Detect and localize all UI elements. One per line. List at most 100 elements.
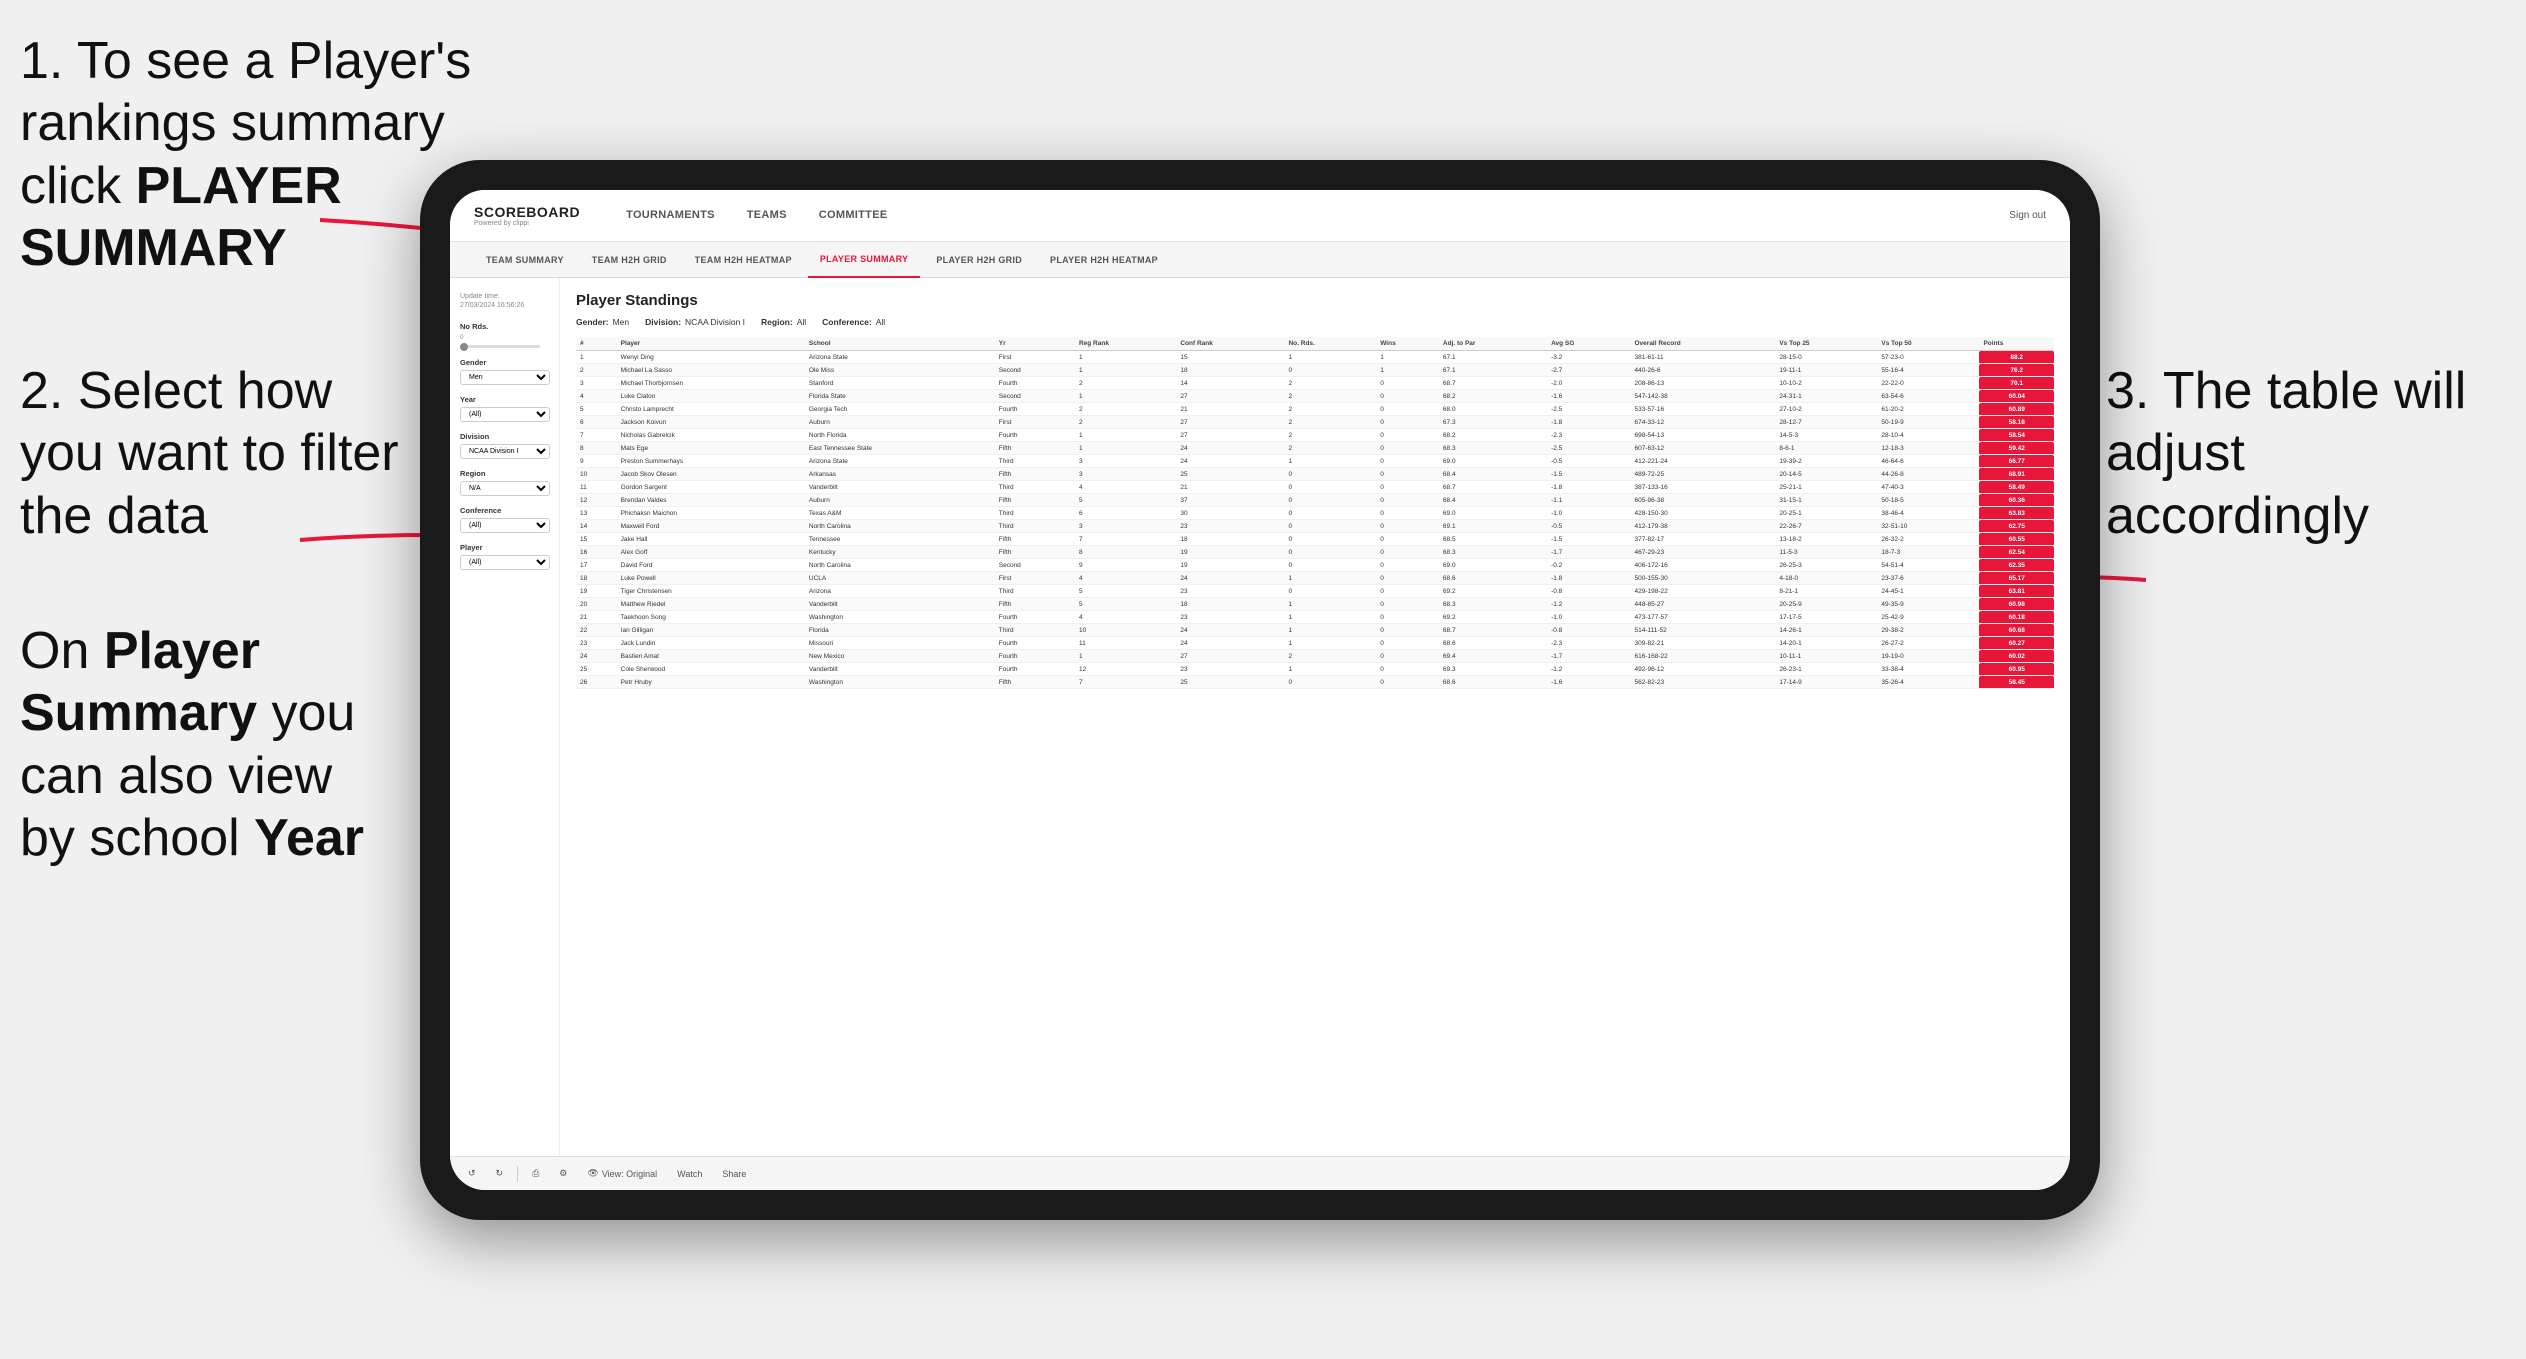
gender-label: Gender xyxy=(460,358,549,367)
table-row: 18Luke PowellUCLAFirst4241068.6-1.8500-1… xyxy=(576,572,2054,585)
table-row: 5Christo LamprechtGeorgia TechFourth2212… xyxy=(576,403,2054,416)
table-row: 6Jackson KoivunAuburnFirst2272067.3-1.86… xyxy=(576,416,2054,429)
instruction-step1: 1. To see a Player's rankings summary cl… xyxy=(20,30,480,280)
nav-tab-teams[interactable]: TEAMS xyxy=(731,190,803,242)
filter-division: Division: NCAA Division I xyxy=(645,317,745,327)
step2-number: 2. xyxy=(20,362,63,420)
table-row: 20Matthew RiedelVanderbiltFifth5181068.3… xyxy=(576,598,2054,611)
table-row: 25Cole SherwoodVanderbiltFourth12231069.… xyxy=(576,663,2054,676)
sub-tab-player-summary[interactable]: PLAYER SUMMARY xyxy=(808,242,921,278)
sub-tab-team-h2h-grid[interactable]: TEAM H2H GRID xyxy=(580,242,679,278)
nav-tab-tournaments[interactable]: TOURNAMENTS xyxy=(610,190,731,242)
sub-tab-team-h2h-heatmap[interactable]: TEAM H2H HEATMAP xyxy=(683,242,804,278)
region-filter: Region N/A xyxy=(460,469,549,496)
instruction-step3-left: On Player Summary you can also view by s… xyxy=(20,620,400,870)
table-row: 3Michael ThorbjornsenStanfordFourth21420… xyxy=(576,377,2054,390)
year-select[interactable]: (All) xyxy=(460,407,550,422)
conference-select[interactable]: (All) xyxy=(460,518,550,533)
gender-filter: Gender Men Women xyxy=(460,358,549,385)
step3-prefix: On xyxy=(20,622,104,680)
player-standings-table: # Player School Yr Reg Rank Conf Rank No… xyxy=(576,337,2054,689)
table-row: 26Petr HrubyWashingtonFifth7250068.6-1.6… xyxy=(576,676,2054,689)
table-title: Player Standings xyxy=(576,292,2054,309)
division-select[interactable]: NCAA Division I xyxy=(460,444,550,459)
step3-right-text1: 3. The table will xyxy=(2106,362,2466,420)
table-row: 8Mats EgeEast Tennessee StateFifth124206… xyxy=(576,442,2054,455)
col-points: Points xyxy=(1979,337,2054,351)
conference-label: Conference xyxy=(460,506,549,515)
col-record: Overall Record xyxy=(1631,337,1776,351)
step3-right-text2: adjust accordingly xyxy=(2106,424,2369,544)
col-t25: Vs Top 25 xyxy=(1775,337,1877,351)
table-row: 1Wenyi DingArizona StateFirst1151167.1-3… xyxy=(576,351,2054,364)
col-conf-rank: Conf Rank xyxy=(1176,337,1284,351)
region-label: Region xyxy=(460,469,549,478)
sign-out-link[interactable]: Sign out xyxy=(2009,210,2046,221)
view-btn[interactable]: 👁 View: Original xyxy=(581,1166,663,1181)
sub-tab-player-h2h-heatmap[interactable]: PLAYER H2H HEATMAP xyxy=(1038,242,1170,278)
col-no-rds: No. Rds. xyxy=(1284,337,1376,351)
table-row: 4Luke ClatonFlorida StateSecond1272068.2… xyxy=(576,390,2054,403)
nav-tab-committee[interactable]: COMMITTEE xyxy=(803,190,904,242)
instruction-step3-right: 3. The table will adjust accordingly xyxy=(2106,360,2506,547)
col-reg-rank: Reg Rank xyxy=(1075,337,1176,351)
sub-tab-player-h2h-grid[interactable]: PLAYER H2H GRID xyxy=(924,242,1034,278)
step3-bold2: Year xyxy=(254,809,364,867)
sidebar-filters: Update time: 27/03/2024 16:56:26 No Rds.… xyxy=(450,278,560,1156)
slider-thumb[interactable] xyxy=(460,343,468,351)
toolbar-sep1 xyxy=(517,1166,518,1182)
player-select[interactable]: (All) xyxy=(460,555,550,570)
region-select[interactable]: N/A xyxy=(460,481,550,496)
table-row: 9Preston SummerhaysArizona StateThird324… xyxy=(576,455,2054,468)
no-rds-label: No Rds. xyxy=(460,322,549,331)
logo-area: SCOREBOARD Powered by clippi xyxy=(474,204,580,227)
filter-gender: Gender: Men xyxy=(576,317,629,327)
year-filter: Year (All) xyxy=(460,395,549,422)
app-header: SCOREBOARD Powered by clippi TOURNAMENTS… xyxy=(450,190,2070,242)
table-header-row: # Player School Yr Reg Rank Conf Rank No… xyxy=(576,337,2054,351)
col-avg-sg: Avg SG xyxy=(1547,337,1630,351)
table-row: 21Taekhoon SongWashingtonFourth4231069.2… xyxy=(576,611,2054,624)
division-filter: Division NCAA Division I xyxy=(460,432,549,459)
tablet-screen: SCOREBOARD Powered by clippi TOURNAMENTS… xyxy=(450,190,2070,1190)
table-row: 19Tiger ChristensenArizonaThird5230069.2… xyxy=(576,585,2054,598)
table-row: 12Brendan ValdesAuburnFifth5370068.4-1.1… xyxy=(576,494,2054,507)
step2-text: Select how you want to filter the data xyxy=(20,362,399,545)
table-row: 7Nicholas GabrelcikNorth FloridaFourth12… xyxy=(576,429,2054,442)
no-rds-filter: No Rds. 0 xyxy=(460,322,549,348)
conference-filter: Conference (All) xyxy=(460,506,549,533)
table-row: 10Jacob Skov OlesenArkansasFifth3250068.… xyxy=(576,468,2054,481)
table-row: 11Gordon SargentVanderbiltThird4210068.7… xyxy=(576,481,2054,494)
col-wins: Wins xyxy=(1376,337,1439,351)
table-row: 14Maxwell FordNorth CarolinaThird3230069… xyxy=(576,520,2054,533)
main-content: Update time: 27/03/2024 16:56:26 No Rds.… xyxy=(450,278,2070,1156)
gender-select[interactable]: Men Women xyxy=(460,370,550,385)
player-label: Player xyxy=(460,543,549,552)
header-right: Sign out xyxy=(2009,210,2046,221)
table-row: 15Jake HallTennesseeFifth7180068.5-1.537… xyxy=(576,533,2054,546)
player-filter: Player (All) xyxy=(460,543,549,570)
table-area: Player Standings Gender: Men Division: N… xyxy=(560,278,2070,1156)
settings-btn[interactable]: ⚙ xyxy=(553,1166,573,1181)
table-row: 13Phichaksn MaichonTexas A&MThird6300069… xyxy=(576,507,2054,520)
division-label: Division xyxy=(460,432,549,441)
filter-region: Region: All xyxy=(761,317,806,327)
view-icon: 👁 xyxy=(587,1168,598,1179)
share-btn[interactable]: Share xyxy=(716,1167,752,1181)
logo-text: SCOREBOARD xyxy=(474,204,580,220)
logo-sub: Powered by clippi xyxy=(474,220,580,227)
sub-tab-team-summary[interactable]: TEAM SUMMARY xyxy=(474,242,576,278)
undo-btn[interactable]: ↺ xyxy=(462,1166,482,1181)
no-rds-info: 0 xyxy=(460,334,549,341)
no-rds-slider[interactable] xyxy=(460,345,540,348)
instruction-step2: 2. Select how you want to filter the dat… xyxy=(20,360,400,547)
redo-btn[interactable]: ↻ xyxy=(490,1166,510,1181)
filter-conference: Conference: All xyxy=(822,317,885,327)
filter-row: Gender: Men Division: NCAA Division I Re… xyxy=(576,317,2054,327)
tablet-frame: SCOREBOARD Powered by clippi TOURNAMENTS… xyxy=(420,160,2100,1220)
table-row: 23Jack LundinMissouriFourth11241068.6-2.… xyxy=(576,637,2054,650)
table-row: 22Ian GilliganFloridaThird10241068.7-0.8… xyxy=(576,624,2054,637)
watch-btn[interactable]: Watch xyxy=(671,1167,708,1181)
update-time: Update time: 27/03/2024 16:56:26 xyxy=(460,292,549,310)
copy-btn[interactable]: ⎙ xyxy=(526,1166,545,1181)
